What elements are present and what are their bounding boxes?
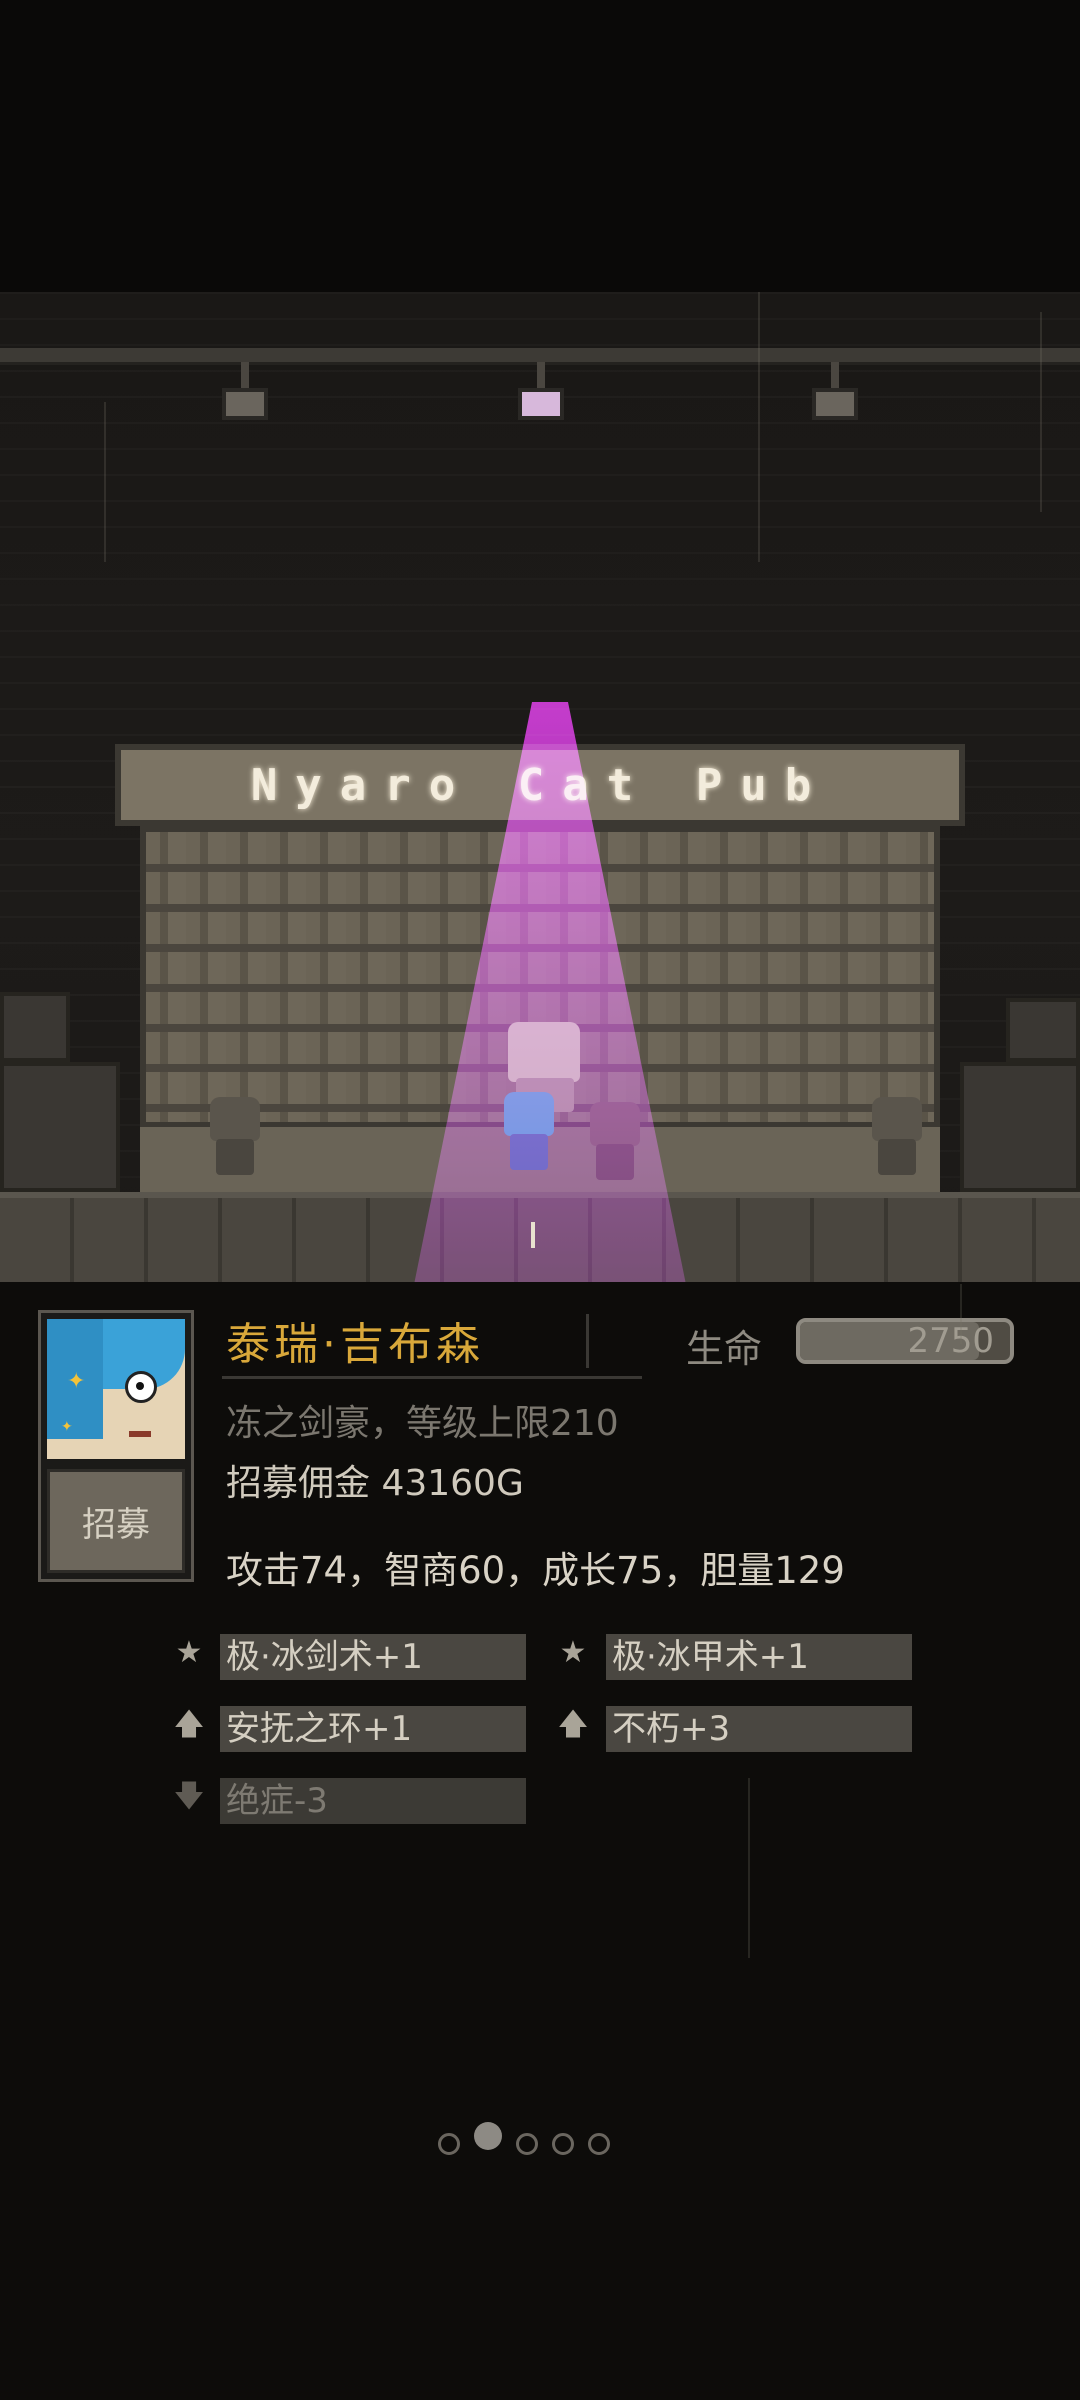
patron-character [580, 1102, 670, 1192]
crate [0, 1062, 120, 1192]
star-icon: ★ [175, 1635, 203, 1670]
rain-streak [748, 1778, 750, 1958]
hero-class-level: 冻之剑豪，等级上限210 [226, 1403, 619, 1444]
patron-character [200, 1097, 280, 1192]
hero-avatar: ✦ ✦ [47, 1319, 185, 1459]
page-indicator [438, 2122, 610, 2158]
divider [222, 1376, 642, 1379]
floor [0, 1192, 1080, 1282]
arrow-up-icon: 🡅 [557, 1707, 589, 1742]
ceiling-lamp [812, 362, 858, 420]
pub-sign-text: Nyaro Cat Pub [250, 759, 830, 811]
page-dot[interactable] [588, 2133, 610, 2155]
crate [0, 992, 70, 1062]
recruit-card: ✦ ✦ 招募 泰瑞·吉布森 生命 2750 冻之剑豪，等级上限210 招募佣金 … [0, 1282, 1080, 2400]
hero-name: 泰瑞·吉布森 [226, 1319, 484, 1370]
hero-portrait: ✦ ✦ 招募 [38, 1310, 194, 1582]
skill-tag: 安抚之环+1 [220, 1706, 526, 1752]
pub-sign: Nyaro Cat Pub [115, 744, 965, 826]
crate [1006, 998, 1080, 1062]
rain-streak [960, 1284, 962, 1344]
selection-cursor [531, 1222, 535, 1248]
star-icon: ★ [559, 1635, 587, 1670]
skill-tag-negative: 绝症-3 [220, 1778, 526, 1824]
arrow-up-icon: 🡅 [173, 1707, 205, 1742]
hp-label: 生命 [686, 1327, 763, 1371]
patron-character [862, 1097, 942, 1192]
hp-bar: 2750 [796, 1318, 1014, 1364]
crate [960, 1062, 1080, 1192]
ceiling-lamp [222, 362, 268, 420]
recruit-fee: 招募佣金 43160G [226, 1463, 524, 1504]
rain-streak [758, 292, 760, 562]
divider [586, 1314, 589, 1368]
hero-stats: 攻击74，智商60，成长75，胆量129 [226, 1549, 845, 1592]
page-dot[interactable] [474, 2122, 502, 2150]
recruit-button[interactable]: 招募 [47, 1469, 185, 1573]
hp-value: 2750 [907, 1321, 994, 1361]
skill-tag: 极·冰剑术+1 [220, 1634, 526, 1680]
page-dot[interactable] [438, 2133, 460, 2155]
skill-tag: 极·冰甲术+1 [606, 1634, 912, 1680]
ceiling-lamp-lit [518, 362, 564, 420]
rain-streak [1040, 312, 1042, 512]
arrow-down-icon: 🡇 [173, 1779, 205, 1814]
pub-scene: Nyaro Cat Pub [0, 292, 1080, 1282]
page-dot[interactable] [552, 2133, 574, 2155]
skill-tag: 不朽+3 [606, 1706, 912, 1752]
page-dot[interactable] [516, 2133, 538, 2155]
rain-streak [104, 402, 106, 562]
hero-character [494, 1092, 574, 1192]
